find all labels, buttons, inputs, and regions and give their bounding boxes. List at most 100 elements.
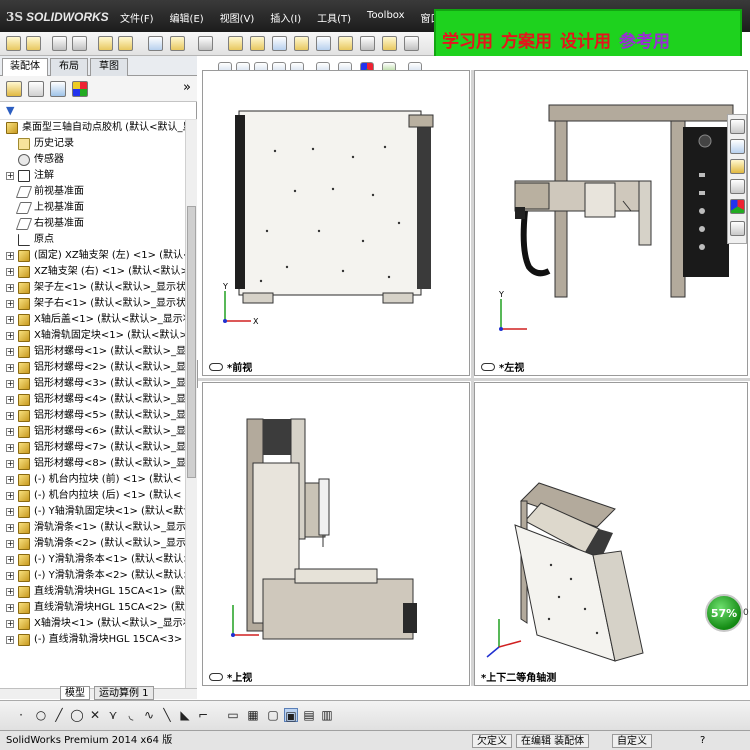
tab-assembly[interactable]: 装配体 xyxy=(2,58,48,77)
snap-icon[interactable]: ▢ xyxy=(266,708,280,722)
expand-toggle-icon[interactable]: + xyxy=(6,364,14,372)
smart-fasteners-icon[interactable] xyxy=(316,36,331,51)
move-component-icon[interactable] xyxy=(272,36,287,51)
tree-item[interactable]: + 铝形材螺母<7> (默认<默认>_显示 xyxy=(0,440,185,456)
appearances-icon[interactable] xyxy=(730,199,745,214)
viewport-isometric[interactable]: *上下二等角轴测 xyxy=(474,382,748,686)
spline-icon[interactable]: ∿ xyxy=(142,708,156,722)
menu-insert[interactable]: 插入(I) xyxy=(270,10,301,25)
arc-icon[interactable]: ◟ xyxy=(124,708,138,722)
property-manager-icon[interactable] xyxy=(28,81,44,97)
expand-toggle-icon[interactable]: + xyxy=(6,524,14,532)
tree-item[interactable]: + (-) Y轴滑轨固定块<1> (默认<默认 xyxy=(0,504,185,520)
menu-edit[interactable]: 编辑(E) xyxy=(170,10,204,25)
tree-item[interactable]: + 直线滑轨滑块HGL 15CA<2> (默认< xyxy=(0,600,185,616)
expand-toggle-icon[interactable]: + xyxy=(6,508,14,516)
expand-toggle-icon[interactable]: + xyxy=(6,380,14,388)
expand-toggle-icon[interactable]: + xyxy=(6,604,14,612)
tab-model[interactable]: 模型 xyxy=(60,686,90,700)
file-explorer-icon[interactable] xyxy=(730,159,745,174)
interference-icon[interactable] xyxy=(360,36,375,51)
tree-item[interactable]: + 铝形材螺母<6> (默认<默认>_显示 xyxy=(0,424,185,440)
link-views-icon[interactable] xyxy=(209,362,223,371)
reference-geometry-icon[interactable] xyxy=(404,36,419,51)
viewport-front[interactable]: Y X *前视 xyxy=(202,70,470,376)
expand-toggle-icon[interactable]: + xyxy=(6,460,14,468)
link-views-icon[interactable] xyxy=(209,672,223,681)
rectangle-icon[interactable]: ▭ xyxy=(226,708,240,722)
insert-component-icon[interactable] xyxy=(228,36,243,51)
tree-item[interactable]: + (-) 直线滑轨滑块HGL 15CA<3> (默 xyxy=(0,632,185,648)
rotate-component-icon[interactable] xyxy=(294,36,309,51)
expand-toggle-icon[interactable]: + xyxy=(6,332,14,340)
expand-toggle-icon[interactable]: + xyxy=(6,268,14,276)
expand-toggle-icon[interactable]: + xyxy=(6,444,14,452)
open-icon[interactable] xyxy=(26,36,41,51)
print-icon[interactable] xyxy=(72,36,87,51)
tree-item[interactable]: 桌面型三轴自动点胶机 (默认<默认_显 xyxy=(0,120,185,136)
tree-item[interactable]: + (-) Y滑轨滑条本<2> (默认<默认>_ xyxy=(0,568,185,584)
menu-view[interactable]: 视图(V) xyxy=(220,10,255,25)
display-mode-icon[interactable]: ▣ xyxy=(284,708,298,723)
link-views-icon[interactable] xyxy=(481,362,495,371)
tree-item[interactable]: 原点 xyxy=(0,232,185,248)
tree-item[interactable]: + 架子左<1> (默认<默认>_显示状态 xyxy=(0,280,185,296)
tree-item[interactable]: + XZ轴支架 (右) <1> (默认<默认>_显示 xyxy=(0,264,185,280)
tree-item[interactable]: 传感器 xyxy=(0,152,185,168)
tree-item[interactable]: + (-) 机台内拉块 (后) <1> (默认< xyxy=(0,488,185,504)
expand-toggle-icon[interactable]: + xyxy=(6,428,14,436)
tree-item[interactable]: + (-) Y滑轨滑条本<1> (默认<默认>_ xyxy=(0,552,185,568)
offset-icon[interactable]: ◣ xyxy=(178,708,192,722)
expand-toggle-icon[interactable]: + xyxy=(6,540,14,548)
display-manager-icon[interactable] xyxy=(72,81,88,97)
chevron-right-icon[interactable]: » xyxy=(183,80,191,95)
tree-item[interactable]: + 滑轨滑条<2> (默认<默认>_显示状 xyxy=(0,536,185,552)
viewport-top[interactable]: *上视 xyxy=(202,382,470,686)
tree-item[interactable]: + 架子右<1> (默认<默认>_显示状态 xyxy=(0,296,185,312)
expand-toggle-icon[interactable]: + xyxy=(6,412,14,420)
rebuild-icon[interactable] xyxy=(170,36,185,51)
tree-item[interactable]: 历史记录 xyxy=(0,136,185,152)
design-library-icon[interactable] xyxy=(730,139,745,154)
expand-toggle-icon[interactable]: + xyxy=(6,572,14,580)
solidworks-resources-icon[interactable] xyxy=(730,119,745,134)
menu-file[interactable]: 文件(F) xyxy=(120,10,154,25)
status-units[interactable]: 自定义 xyxy=(612,734,652,748)
expand-toggle-icon[interactable]: + xyxy=(6,172,14,180)
trim-icon[interactable]: ✕ xyxy=(88,708,102,722)
help-icon[interactable]: ? xyxy=(700,734,705,748)
expand-toggle-icon[interactable]: + xyxy=(6,316,14,324)
expand-toggle-icon[interactable]: + xyxy=(6,476,14,484)
viewport-horizontal-splitter[interactable] xyxy=(198,378,750,381)
mate-icon[interactable] xyxy=(250,36,265,51)
scrollbar-thumb[interactable] xyxy=(187,206,196,478)
expand-toggle-icon[interactable]: + xyxy=(6,636,14,644)
tab-motion-study-1[interactable]: 运动算例 1 xyxy=(94,686,154,700)
expand-toggle-icon[interactable]: + xyxy=(6,492,14,500)
tree-filter[interactable]: ▼ xyxy=(0,102,197,120)
centerline-icon[interactable]: ◯ xyxy=(70,708,84,722)
tab-layout[interactable]: 布局 xyxy=(50,58,88,76)
tree-item[interactable]: + 铝形材螺母<5> (默认<默认>_显示 xyxy=(0,408,185,424)
section-icon[interactable]: ▤ xyxy=(302,708,316,722)
tree-item[interactable]: 右视基准面 xyxy=(0,216,185,232)
chamfer-icon[interactable]: ⌐ xyxy=(196,708,210,722)
assembly-features-icon[interactable] xyxy=(382,36,397,51)
undo-icon[interactable] xyxy=(98,36,113,51)
new-icon[interactable] xyxy=(6,36,21,51)
expand-toggle-icon[interactable]: + xyxy=(6,284,14,292)
expand-toggle-icon[interactable]: + xyxy=(6,396,14,404)
menu-toolbox[interactable]: Toolbox xyxy=(367,10,405,25)
graphics-area[interactable]: Y X *前视 Y *左视 *上视 *上下二等角轴测 xyxy=(198,56,750,686)
tree-item[interactable]: + 铝形材螺母<4> (默认<默认>_显示 xyxy=(0,392,185,408)
expand-toggle-icon[interactable]: + xyxy=(6,300,14,308)
expand-toggle-icon[interactable]: + xyxy=(6,620,14,628)
menu-tools[interactable]: 工具(T) xyxy=(317,10,351,25)
expand-toggle-icon[interactable]: + xyxy=(6,348,14,356)
tab-sketch[interactable]: 草图 xyxy=(90,58,128,76)
convert-entities-icon[interactable]: ⋎ xyxy=(106,708,120,722)
line-icon[interactable]: ╱ xyxy=(52,708,66,722)
tree-item[interactable]: + 铝形材螺母<1> (默认<默认>_显示 xyxy=(0,344,185,360)
expand-toggle-icon[interactable]: + xyxy=(6,556,14,564)
filter-icon[interactable]: ▼ xyxy=(6,104,14,117)
